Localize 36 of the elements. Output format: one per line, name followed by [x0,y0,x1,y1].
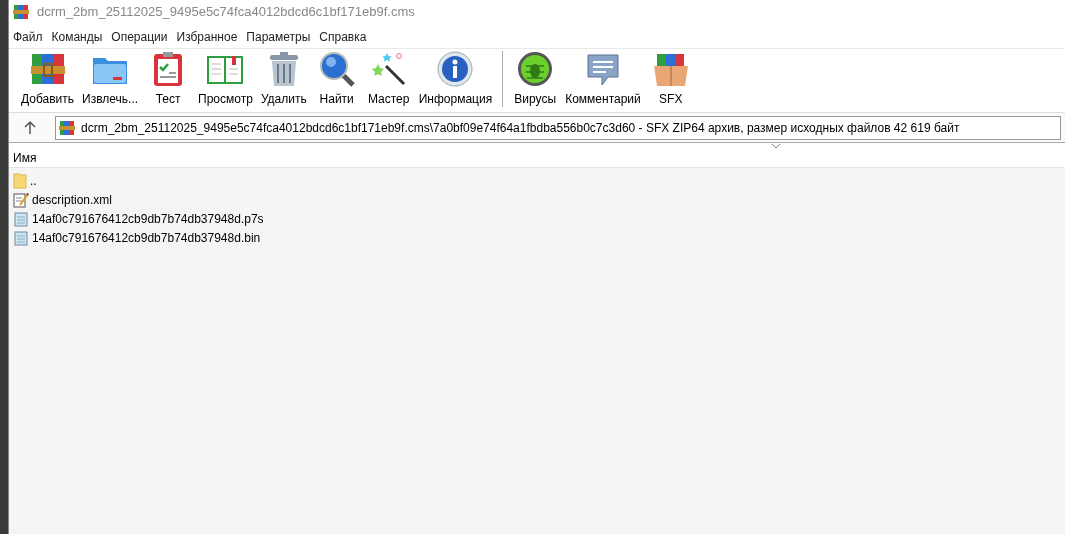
toolbar-button[interactable]: Добавить [17,50,79,108]
document-icon [13,210,29,227]
window-title: dcrm_2bm_25112025_9495e5c74fca4012bdcd6c1bf171eb9f.cms [37,3,415,22]
info-icon [436,50,475,88]
toolbar-button[interactable]: SFX [644,50,697,108]
bug-icon [516,50,555,88]
toolbar-button[interactable]: Комментарий [561,50,645,108]
file-row[interactable]: 14af0c791676412cb9db7b74db37948d.p7s [9,209,1065,228]
menu-item[interactable]: Операции [111,28,168,46]
document-edit-icon [13,191,29,208]
search-icon [317,50,356,88]
toolbar-button[interactable]: Тест [142,50,195,108]
toolbar-button[interactable]: Вирусы [509,50,562,108]
toolbar-button[interactable]: Информация [414,50,497,108]
archive-icon [59,119,75,136]
file-row[interactable]: description.xml [9,190,1065,209]
toolbar-button[interactable]: Просмотр [194,50,257,108]
menu-item[interactable]: Команды [51,28,103,46]
file-row[interactable]: 14af0c791676412cb9db7b74db37948d.bin [9,228,1065,247]
address-field[interactable]: dcrm_2bm_25112025_9495e5c74fca4012bdcd6c1bf171eb9f.cms\7a0bf09e74f64a1fbdba556b0c7c3d60 - SFX ZIP64 архив, размер исходных файлов 42 619 байт [55,115,1061,140]
toolbar-button[interactable]: Мастер [362,50,415,108]
menu-item[interactable]: Файл [13,28,43,46]
column-header[interactable]: Имя [13,148,37,167]
address-path: dcrm_2bm_25112025_9495e5c74fca4012bdcd6c1bf171eb9f.cms\7a0bf09e74f64a1fbdba556b0c7c3d60 - SFX ZIP64 архив, размер исходных файлов 42 619 байт [81,119,960,137]
chevron-down-icon [771,143,781,149]
document-icon [13,229,29,246]
menu-item[interactable]: Параметры [246,28,311,46]
file-row[interactable]: .. [9,171,1065,190]
toolbar-button[interactable]: Удалить [256,50,311,108]
menu-item[interactable]: Избранное [176,28,238,46]
toolbar-button[interactable]: Найти [310,50,363,108]
menu-item[interactable]: Справка [319,28,367,46]
up-arrow-icon [24,120,36,135]
toolbar-button[interactable]: Извлечь... [78,50,143,108]
app-icon [13,4,29,20]
folder-icon [13,172,27,189]
